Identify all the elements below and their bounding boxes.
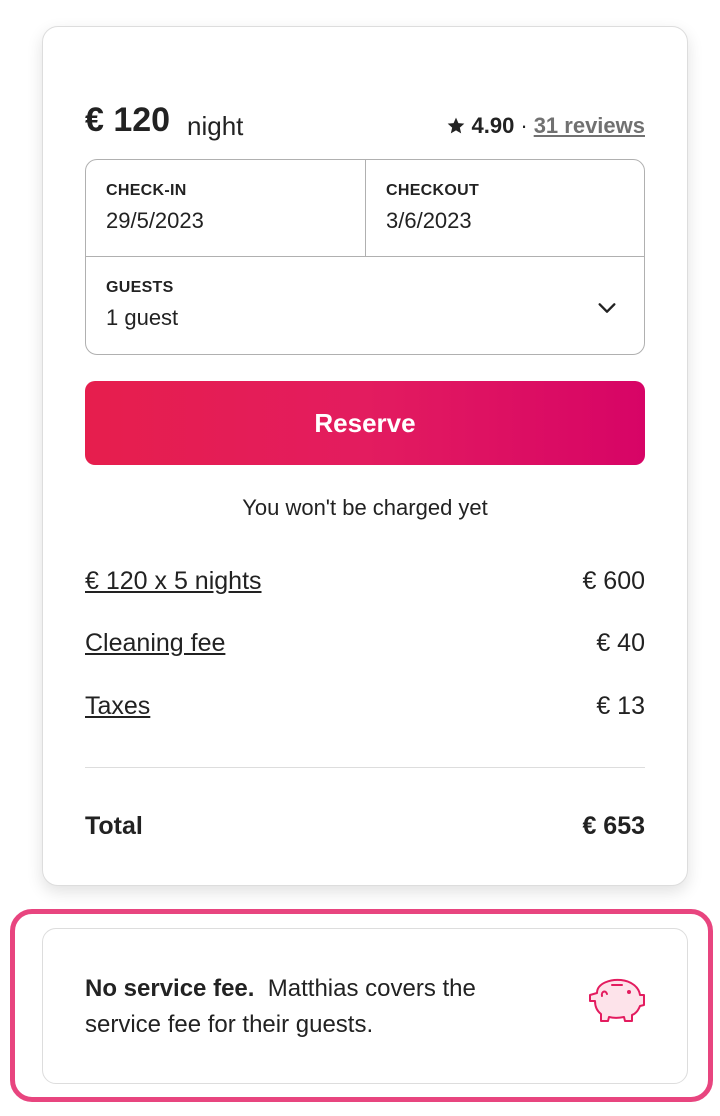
chevron-down-icon[interactable] [596,297,618,319]
line-item-amount: € 600 [582,567,645,595]
line-item-label[interactable]: Cleaning fee [85,629,225,658]
line-item-amount: € 13 [596,692,645,720]
piggy-bank-icon [589,978,645,1022]
line-item: Cleaning fee € 40 [85,629,645,663]
rating-separator: · [520,113,528,138]
star-icon [447,117,464,134]
total-amount: € 653 [582,812,645,840]
nightly-price: € 120 [85,101,171,139]
checkin-label: CHECK-IN [106,182,187,199]
total-label: Total [85,812,143,840]
guests-select[interactable]: GUESTS 1 guest [86,257,644,354]
service-fee-title: No service fee. [85,975,255,1002]
reserve-button[interactable]: Reserve [85,381,645,465]
line-item: € 120 x 5 nights € 600 [85,567,645,601]
reviews-link[interactable]: 31 reviews [534,113,645,139]
checkout-value: 3/6/2023 [386,208,472,233]
guests-label: GUESTS [106,279,174,296]
service-fee-text: No service fee. Matthias covers the serv… [85,971,555,1043]
booking-card: € 120 night 4.90 · 31 reviews CHECK-IN 2… [42,26,688,886]
checkin-field[interactable]: CHECK-IN 29/5/2023 [86,160,366,257]
guests-value: 1 guest [106,305,179,330]
divider [85,767,645,768]
date-guest-picker: CHECK-IN 29/5/2023 CHECKOUT 3/6/2023 GUE… [85,159,645,355]
line-item-label[interactable]: Taxes [85,692,150,721]
price-row: € 120 night 4.90 · 31 reviews [85,101,645,149]
line-item-label[interactable]: € 120 x 5 nights [85,567,262,596]
rating-score: 4.90 [471,113,515,138]
line-item-amount: € 40 [596,629,645,657]
total-row: Total € 653 [85,812,645,846]
line-item: Taxes € 13 [85,692,645,726]
checkout-field[interactable]: CHECKOUT 3/6/2023 [366,160,644,257]
checkout-label: CHECKOUT [386,182,480,199]
service-fee-card: No service fee. Matthias covers the serv… [42,928,688,1084]
per-night-label: night [187,111,244,141]
charge-note: You won't be charged yet [242,495,488,520]
rating: 4.90 · 31 reviews [446,113,645,139]
checkin-value: 29/5/2023 [106,208,204,233]
